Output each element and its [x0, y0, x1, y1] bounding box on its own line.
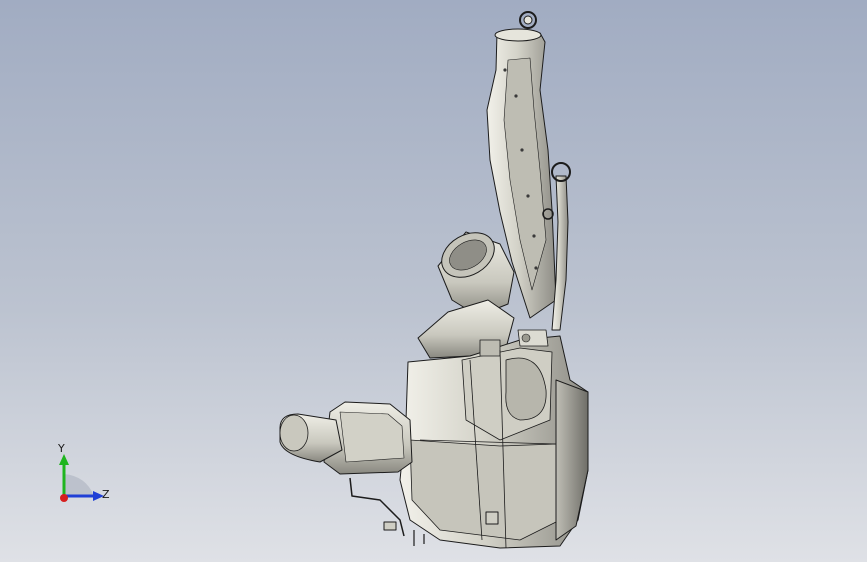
triad-plane-shade — [64, 474, 94, 496]
triad-x-axis-dot — [60, 494, 68, 502]
cad-model-assembly[interactable] — [0, 0, 867, 562]
triad-z-label: Z — [102, 488, 110, 501]
triad-y-arrow — [59, 454, 69, 465]
housing-side-panel — [555, 379, 589, 541]
coordinate-triad: Y Z — [40, 438, 130, 518]
graphics-viewport[interactable]: Y Z — [0, 0, 867, 562]
triad-y-label: Y — [58, 442, 65, 455]
pipe-top-flange — [494, 28, 542, 42]
